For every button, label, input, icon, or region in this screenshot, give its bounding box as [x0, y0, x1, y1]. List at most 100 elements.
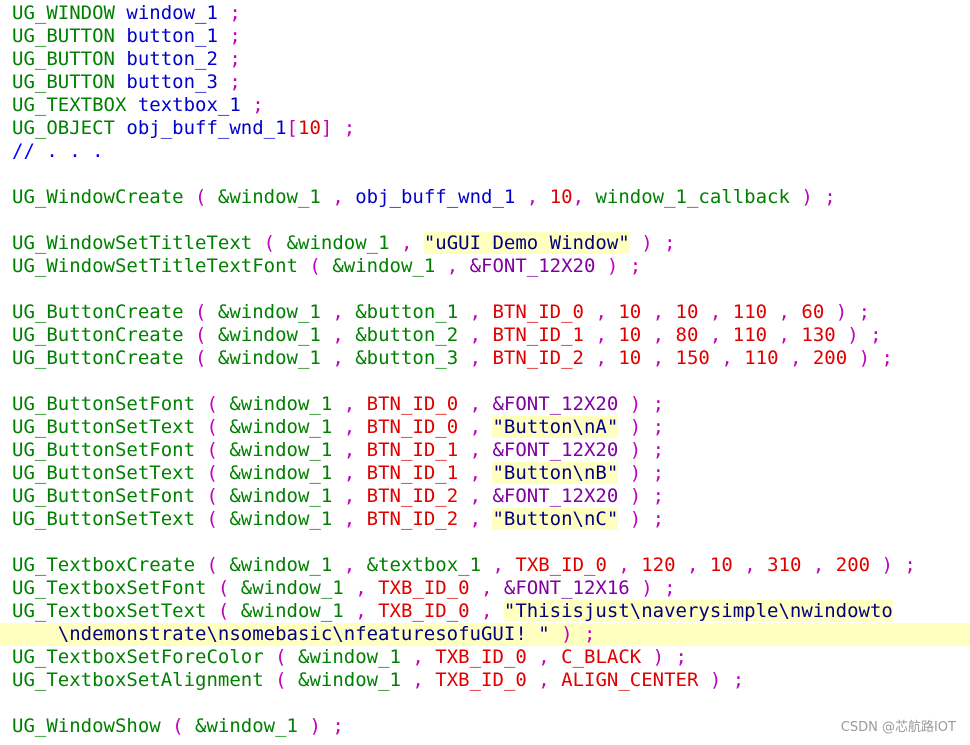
- code-token-punct: (: [206, 439, 230, 461]
- code-token-ident: textbox_1: [137, 94, 253, 116]
- code-token-function: UG_WindowSetTitleTextFont: [12, 255, 310, 277]
- code-token-punct: ,: [652, 324, 676, 346]
- code-token-punct: (: [195, 186, 218, 208]
- code-token-punct: ) ;: [618, 462, 665, 484]
- code-token-punct: ,: [412, 646, 436, 668]
- code-token-punct: ,: [481, 577, 504, 599]
- code-line: UG_OBJECT obj_buff_wnd_1[10] ;: [12, 117, 970, 140]
- code-token-punct: ,: [812, 554, 836, 576]
- code-token-function: UG_ButtonSetText: [12, 462, 207, 484]
- code-token-function: &window_1: [229, 485, 344, 507]
- code-token-function: UG_WindowSetTitleText: [12, 232, 264, 254]
- code-token-punct: ,: [778, 301, 802, 323]
- code-token-punct: (: [275, 669, 298, 691]
- code-token-punct: (: [206, 393, 230, 415]
- code-token-punct: ,: [789, 347, 813, 369]
- code-token-const: 10: [675, 301, 710, 323]
- code-token-const: BTN_ID_2: [492, 347, 596, 369]
- code-token-const: TXB_ID_0: [515, 554, 619, 576]
- code-line: UG_WindowShow ( &window_1 ) ;: [12, 715, 970, 738]
- code-token-const: BTN_ID_1: [366, 439, 470, 461]
- code-line: UG_ButtonCreate ( &window_1 , &button_1 …: [12, 301, 970, 324]
- code-line: UG_TextboxSetFont ( &window_1 , TXB_ID_0…: [12, 577, 970, 600]
- code-token-ident: obj_buff_wnd_1: [126, 117, 287, 139]
- code-token-punct: ,: [469, 324, 493, 346]
- code-token-function: &window_1: [229, 393, 344, 415]
- code-token-function: &window_1: [298, 646, 413, 668]
- code-token-const: BTN_ID_1: [366, 462, 470, 484]
- code-token-const: BTN_ID_2: [366, 508, 470, 530]
- code-token-punct: ) ;: [629, 393, 665, 415]
- code-token-const: 110: [732, 324, 779, 346]
- code-token-punct: ,: [778, 324, 802, 346]
- code-token-function: &textbox_1: [366, 554, 493, 576]
- code-token-macro: &FONT_12X16: [503, 577, 642, 599]
- code-token-function: &window_1: [217, 301, 333, 323]
- code-token-punct: ,: [652, 301, 676, 323]
- code-token-punct: ,: [332, 301, 356, 323]
- code-line: UG_BUTTON button_1 ;: [12, 25, 970, 48]
- code-token-punct: ,: [481, 600, 504, 622]
- code-token-function: UG_TextboxCreate: [12, 554, 207, 576]
- code-token-const: 110: [732, 301, 779, 323]
- code-line: UG_ButtonCreate ( &window_1 , &button_3 …: [12, 347, 970, 370]
- code-token-punct: ,: [343, 462, 367, 484]
- code-line: UG_ButtonSetFont ( &window_1 , BTN_ID_2 …: [12, 485, 970, 508]
- code-editor-view[interactable]: UG_WINDOW window_1 ; UG_BUTTON button_1 ;…: [0, 2, 970, 738]
- code-token-function: UG_ButtonSetFont: [12, 393, 207, 415]
- code-token-punct: ,: [469, 485, 493, 507]
- code-token-punct: ;: [229, 25, 241, 47]
- code-token-punct: ) ;: [881, 554, 916, 576]
- code-token-function: UG_WindowShow: [12, 715, 173, 737]
- code-token-function: &window_1: [240, 600, 356, 622]
- code-token-function: UG_TextboxSetForeColor: [12, 646, 276, 668]
- code-token-type: UG_OBJECT: [12, 117, 127, 139]
- code-token-string: "uGUI Demo Window": [423, 232, 630, 254]
- code-token-ident: window_1: [126, 2, 230, 24]
- code-token-punct: ,: [538, 669, 562, 691]
- code-token-function: UG_ButtonCreate: [12, 324, 196, 346]
- code-token-punct: (: [217, 577, 241, 599]
- code-token-function: UG_ButtonSetFont: [12, 439, 207, 461]
- code-token-const: 200: [835, 554, 882, 576]
- code-token-punct: (: [195, 301, 218, 323]
- code-token-function: &button_3: [355, 347, 470, 369]
- code-token-punct: ;: [252, 94, 264, 116]
- code-token-punct: ,: [469, 347, 493, 369]
- code-line: UG_TextboxSetForeColor ( &window_1 , TXB…: [12, 646, 970, 669]
- code-token-punct: ,: [721, 347, 745, 369]
- code-line: UG_TextboxSetAlignment ( &window_1 , TXB…: [12, 669, 970, 692]
- code-token-macro: &FONT_12X20: [492, 439, 630, 461]
- code-line: UG_WindowSetTitleText ( &window_1 , "uGU…: [12, 232, 970, 255]
- code-token-punct: (: [206, 554, 230, 576]
- code-token-ident: obj_buff_wnd_1: [355, 186, 527, 208]
- code-token-punct: ,: [469, 508, 493, 530]
- code-token-punct: ,: [744, 554, 768, 576]
- code-token-function: &window_1: [229, 508, 344, 530]
- code-token-punct: ,: [618, 554, 642, 576]
- code-token-function: &window_1: [217, 347, 333, 369]
- code-token-punct: ,: [400, 232, 424, 254]
- code-token-const: BTN_ID_0: [366, 416, 470, 438]
- code-token-ident: button_1: [126, 25, 230, 47]
- code-token-const: 110: [744, 347, 790, 369]
- code-token-function: &window_1: [229, 416, 344, 438]
- code-token-const: ALIGN_CENTER: [561, 669, 710, 691]
- code-line: // . . .: [12, 140, 970, 163]
- code-token-punct: ,: [595, 301, 619, 323]
- code-token-punct: (: [217, 600, 241, 622]
- code-token-const: TXB_ID_0: [378, 600, 482, 622]
- code-line: UG_BUTTON button_2 ;: [12, 48, 970, 71]
- code-line: UG_WINDOW window_1 ;: [12, 2, 970, 25]
- code-token-macro: &FONT_12X20: [492, 485, 630, 507]
- code-token-punct: ,: [595, 324, 619, 346]
- code-token-const: 120: [641, 554, 687, 576]
- code-token-function: &window_1: [286, 232, 401, 254]
- code-token-punct: ,: [469, 301, 493, 323]
- code-line: UG_ButtonCreate ( &window_1 , &button_2 …: [12, 324, 970, 347]
- code-token-punct: (: [275, 646, 298, 668]
- code-token-punct: ,: [343, 439, 367, 461]
- code-token-const: TXB_ID_0: [435, 669, 539, 691]
- code-token-punct: ,: [355, 600, 379, 622]
